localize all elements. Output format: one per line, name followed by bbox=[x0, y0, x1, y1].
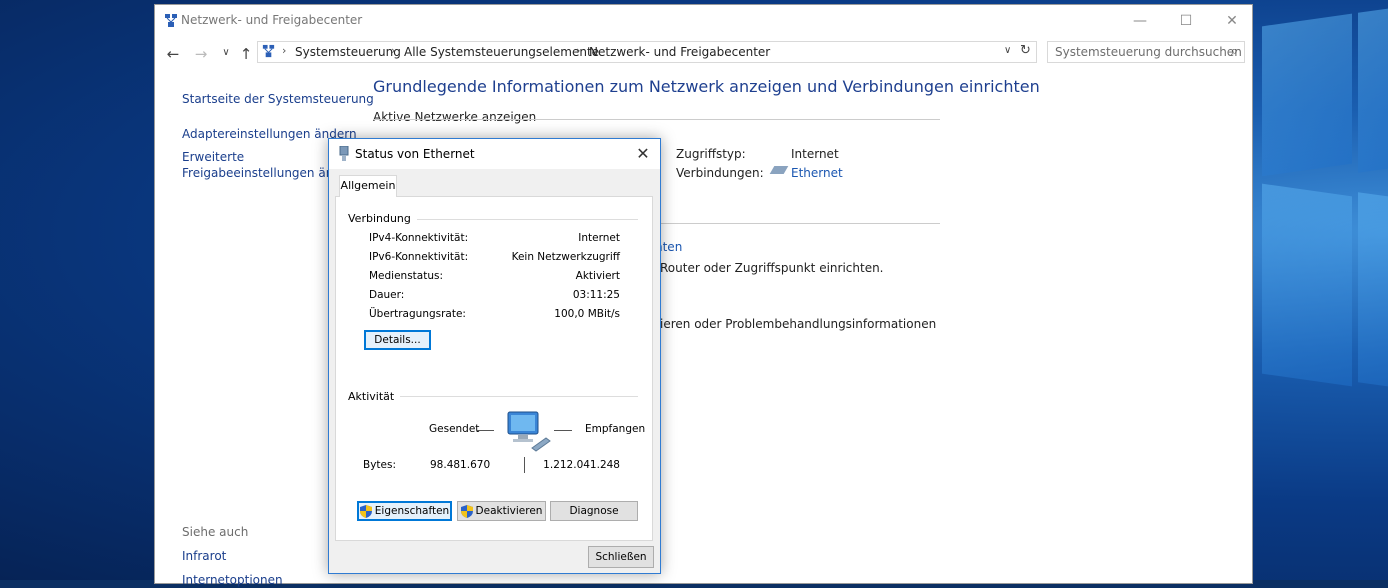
dialog-title: Status von Ethernet bbox=[355, 147, 475, 161]
minimize-button[interactable]: — bbox=[1117, 5, 1163, 37]
section-divider bbox=[373, 119, 940, 120]
breadcrumb-all-items[interactable]: Alle Systemsteuerungselemente bbox=[404, 45, 599, 59]
access-type-value: Internet bbox=[791, 147, 839, 161]
window-title: Netzwerk- und Freigabecenter bbox=[181, 13, 363, 27]
infrared-link[interactable]: Infrarot bbox=[182, 548, 226, 564]
window-titlebar[interactable]: Netzwerk- und Freigabecenter — ☐ ✕ bbox=[155, 5, 1252, 37]
address-dropdown-icon[interactable]: ∨ bbox=[1004, 45, 1011, 56]
bytes-label: Bytes: bbox=[363, 459, 397, 471]
bytes-divider bbox=[524, 457, 525, 473]
properties-button[interactable]: Eigenschaften bbox=[357, 501, 452, 521]
received-dash bbox=[554, 430, 572, 431]
ipv6-label: IPv6-Konnektivität: bbox=[369, 251, 469, 263]
network-sharing-center-window: Netzwerk- und Freigabecenter — ☐ ✕ ← → ∨… bbox=[154, 4, 1253, 588]
ethernet-connection-link[interactable]: Ethernet bbox=[791, 166, 843, 180]
duration-value: 03:11:25 bbox=[572, 289, 620, 301]
media-status-value: Aktiviert bbox=[575, 270, 620, 282]
bytes-sent-value: 98.481.670 bbox=[430, 459, 491, 471]
windows-logo-pane bbox=[1262, 13, 1352, 177]
control-panel-home-link[interactable]: Startseite der Systemsteuerung bbox=[182, 91, 374, 107]
media-status-label: Medienstatus: bbox=[369, 270, 444, 282]
windows-logo-pane bbox=[1358, 7, 1388, 173]
ipv6-value: Kein Netzwerkzugriff bbox=[511, 251, 620, 263]
close-dialog-button[interactable]: Schließen bbox=[588, 546, 654, 568]
connections-label: Verbindungen: bbox=[676, 166, 764, 180]
breadcrumb-separator-icon: › bbox=[391, 44, 396, 57]
ipv4-label: IPv4-Konnektivität: bbox=[369, 232, 469, 244]
breadcrumb-control-panel[interactable]: Systemsteuerung bbox=[295, 45, 401, 59]
speed-value: 100,0 MBit/s bbox=[554, 308, 620, 320]
windows-logo-pane bbox=[1262, 183, 1352, 387]
maximize-button[interactable]: ☐ bbox=[1163, 5, 1209, 37]
refresh-icon[interactable]: ↻ bbox=[1020, 43, 1031, 58]
properties-button-label: Eigenschaften bbox=[374, 505, 450, 517]
uac-shield-icon bbox=[460, 504, 473, 518]
details-button[interactable]: Details... bbox=[364, 330, 431, 350]
address-bar[interactable]: › Systemsteuerung › Alle Systemsteuerung… bbox=[257, 41, 1037, 63]
see-also-heading: Siehe auch bbox=[182, 525, 249, 539]
breadcrumb-separator-icon: › bbox=[282, 44, 287, 57]
tab-general[interactable]: Allgemein bbox=[339, 175, 397, 197]
diagnose-button[interactable]: Diagnose bbox=[550, 501, 638, 521]
disable-button-label: Deaktivieren bbox=[475, 505, 543, 517]
search-icon[interactable]: ⌕ bbox=[1231, 44, 1238, 59]
page-title: Grundlegende Informationen zum Netzwerk … bbox=[373, 77, 1040, 96]
setup-router-text: Router oder Zugriffspunkt einrichten. bbox=[660, 261, 884, 275]
activity-group-title: Aktivität bbox=[348, 390, 401, 403]
sent-label: Gesendet bbox=[429, 423, 480, 435]
connection-group-title: Verbindung bbox=[348, 212, 417, 225]
network-center-icon bbox=[165, 14, 177, 27]
speed-label: Übertragungsrate: bbox=[369, 308, 466, 320]
internet-options-link[interactable]: Internetoptionen bbox=[182, 572, 283, 588]
breadcrumb-separator-icon: › bbox=[576, 44, 581, 57]
search-box[interactable]: Systemsteuerung durchsuchen ⌕ bbox=[1047, 41, 1245, 63]
bytes-received-value: 1.212.041.248 bbox=[543, 459, 620, 471]
general-tab-panel: Verbindung IPv4-Konnektivität: Internet … bbox=[335, 196, 653, 541]
duration-label: Dauer: bbox=[369, 289, 405, 301]
windows-logo-pane bbox=[1358, 192, 1388, 388]
disable-button[interactable]: Deaktivieren bbox=[457, 501, 546, 521]
recent-locations-chevron-icon[interactable]: ∨ bbox=[217, 47, 235, 65]
advanced-sharing-link-line1[interactable]: Erweiterte bbox=[182, 149, 244, 165]
sent-dash bbox=[476, 430, 494, 431]
forward-arrow-icon[interactable]: → bbox=[192, 45, 210, 63]
ipv4-value: Internet bbox=[578, 232, 620, 244]
back-arrow-icon[interactable]: ← bbox=[164, 45, 182, 63]
network-center-icon bbox=[262, 44, 275, 58]
up-arrow-icon[interactable]: ↑ bbox=[237, 45, 255, 63]
received-label: Empfangen bbox=[585, 423, 646, 435]
access-type-label: Zugriffstyp: bbox=[676, 147, 746, 161]
network-activity-icon bbox=[507, 411, 551, 452]
troubleshoot-text: ieren oder Problembehandlungsinformation… bbox=[660, 317, 937, 331]
ethernet-status-dialog: Status von Ethernet ✕ Allgemein Verbindu… bbox=[328, 138, 661, 574]
close-icon[interactable]: ✕ bbox=[634, 144, 652, 163]
search-placeholder: Systemsteuerung durchsuchen bbox=[1055, 45, 1242, 59]
close-button[interactable]: ✕ bbox=[1209, 5, 1255, 37]
ethernet-cable-icon bbox=[769, 166, 789, 174]
uac-shield-icon bbox=[359, 504, 372, 518]
breadcrumb-network-center[interactable]: Netzwerk- und Freigabecenter bbox=[589, 45, 770, 59]
ethernet-adapter-icon bbox=[339, 146, 349, 161]
dialog-titlebar[interactable]: Status von Ethernet ✕ bbox=[329, 139, 660, 169]
left-navigation-pane: Startseite der Systemsteuerung Adapterei… bbox=[155, 71, 374, 588]
active-networks-label: Aktive Netzwerke anzeigen bbox=[373, 110, 537, 124]
